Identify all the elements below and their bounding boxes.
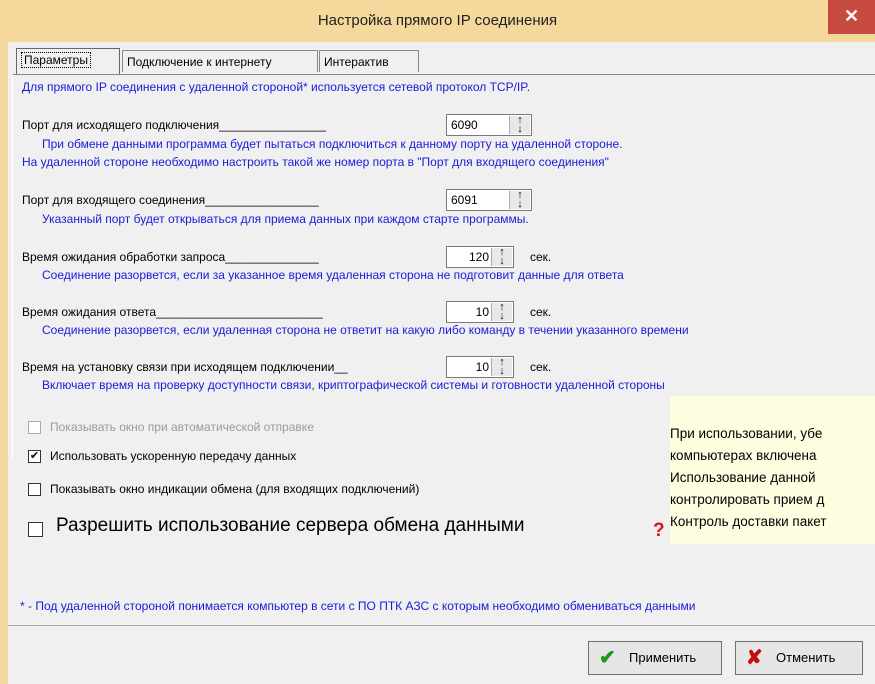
connect-timeout-stepper[interactable]: 10 ↑ ↓ (446, 356, 514, 378)
apply-button[interactable]: ✔ Применить (588, 641, 722, 675)
note-line: При использовании, убе (670, 426, 823, 441)
field-hint: При обмене данными программа будет пытат… (42, 137, 623, 151)
checkbox-fast-transfer[interactable]: ✔ (28, 450, 41, 463)
cross-icon: ✘ (746, 647, 763, 669)
info-note: При использовании, убе компьютерах включ… (670, 396, 875, 544)
note-line: контролировать прием д (670, 492, 825, 507)
field-label: Порт для исходящего подключения_________… (22, 118, 326, 132)
separator (8, 625, 875, 626)
spin-arrows-icon[interactable]: ↑ ↓ (491, 357, 512, 377)
incoming-port-stepper[interactable]: 6091 ↑ ↓ (446, 189, 532, 211)
request-timeout-stepper[interactable]: 120 ↑ ↓ (446, 246, 514, 268)
window-frame-left (0, 42, 8, 684)
checkbox-show-exchange-window[interactable] (28, 483, 41, 496)
unit-label: сек. (530, 250, 552, 264)
field-hint: Включает время на проверку доступности с… (42, 378, 665, 392)
window-title: Настройка прямого IP соединения (317, 12, 558, 29)
unit-label: сек. (530, 305, 552, 319)
checkbox-exchange-server[interactable] (28, 522, 43, 537)
checkmark-icon: ✔ (599, 647, 616, 669)
stepper-value: 6091 (451, 193, 478, 207)
close-button[interactable]: ✕ (828, 0, 875, 34)
question-icon: ? (653, 520, 665, 541)
stepper-value: 6090 (451, 118, 478, 132)
checkbox-label: Разрешить использование сервера обмена д… (56, 515, 525, 536)
stepper-value: 10 (475, 360, 489, 374)
field-label: Время ожидания ответа___________________… (22, 305, 323, 319)
tab-internet-connection[interactable]: Подключение к интернету (122, 50, 318, 72)
tab-label: Параметры (21, 52, 91, 68)
field-hint: На удаленной стороне необходимо настроит… (22, 155, 609, 169)
apply-button-label: Применить (629, 650, 697, 665)
spin-arrows-icon[interactable]: ↑ ↓ (509, 190, 530, 210)
field-label: Порт для входящего соединения___________… (22, 193, 319, 207)
response-timeout-stepper[interactable]: 10 ↑ ↓ (446, 301, 514, 323)
title-bar: Настройка прямого IP соединения ✕ (0, 0, 875, 42)
note-line: Контроль доставки пакет (670, 514, 827, 529)
stepper-value: 10 (475, 305, 489, 319)
field-hint: Соединение разорвется, если удаленная ст… (42, 323, 689, 337)
checkbox-label: Показывать окно при автоматической отпра… (50, 420, 314, 434)
footnote: * - Под удаленной стороной понимается ко… (20, 599, 696, 613)
checkbox-show-window-auto[interactable] (28, 421, 41, 434)
dialog-window: Настройка прямого IP соединения ✕ Параме… (0, 0, 875, 684)
unit-label: сек. (530, 360, 552, 374)
note-line: Использование данной (670, 470, 816, 485)
field-label: Время на установку связи при исходящем п… (22, 360, 348, 374)
intro-text: Для прямого IP соединения с удаленной ст… (22, 80, 531, 94)
field-label: Время ожидания обработки запроса________… (22, 250, 319, 264)
cancel-button-label: Отменить (776, 650, 836, 665)
tab-parameters[interactable]: Параметры (16, 48, 120, 74)
stepper-value: 120 (468, 250, 489, 264)
checkbox-label: Использовать ускоренную передачу данных (50, 449, 297, 463)
spin-arrows-icon[interactable]: ↑ ↓ (491, 247, 512, 267)
field-hint: Указанный порт будет открываться для при… (42, 212, 529, 226)
checkbox-label: Показывать окно индикации обмена (для вх… (50, 482, 420, 496)
tab-interactive[interactable]: Интерактив (319, 50, 419, 72)
spin-arrows-icon[interactable]: ↑ ↓ (491, 302, 512, 322)
note-line: компьютерах включена (670, 448, 817, 463)
cancel-button[interactable]: ✘ Отменить (735, 641, 863, 675)
field-hint: Соединение разорвется, если за указанное… (42, 268, 624, 282)
spin-arrows-icon[interactable]: ↑ ↓ (509, 115, 530, 135)
outgoing-port-stepper[interactable]: 6090 ↑ ↓ (446, 114, 532, 136)
